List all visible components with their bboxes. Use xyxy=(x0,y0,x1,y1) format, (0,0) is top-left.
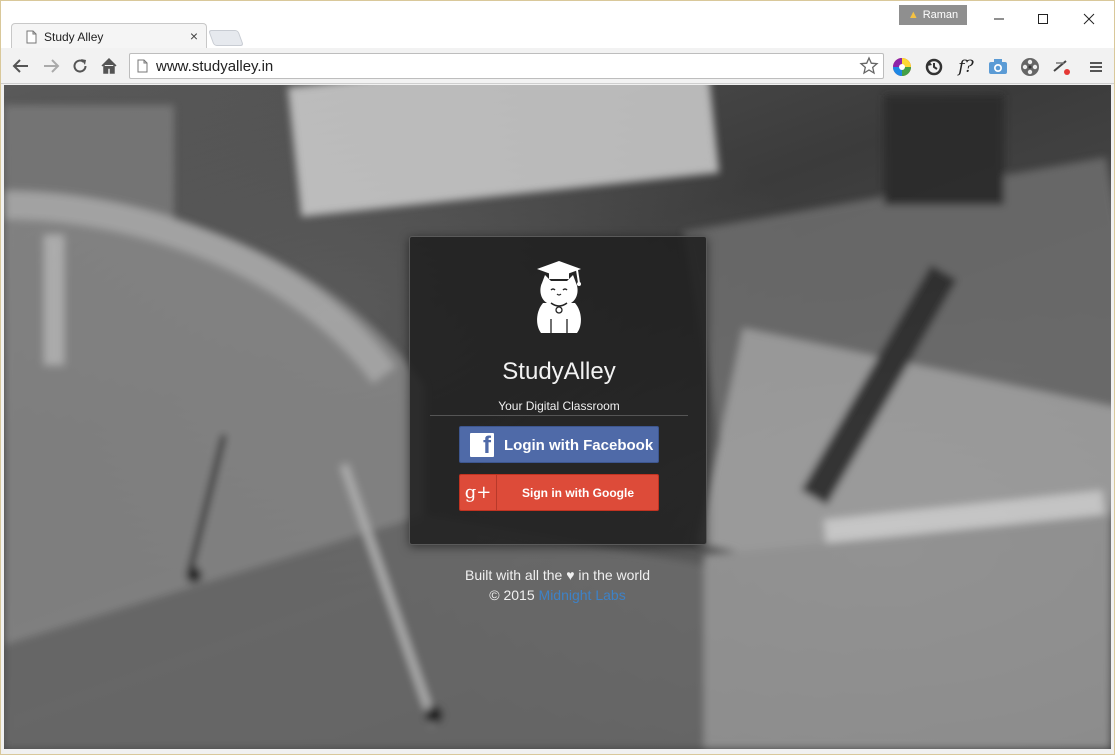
font-extension[interactable]: f? xyxy=(955,56,977,78)
color-picker-extension[interactable] xyxy=(891,56,913,78)
facebook-icon: f xyxy=(470,432,494,459)
midnight-labs-link[interactable]: Midnight Labs xyxy=(539,587,626,603)
divider xyxy=(430,415,688,416)
color-picker-icon xyxy=(893,58,911,76)
page-icon xyxy=(137,59,148,73)
copyright-text: © 2015 xyxy=(489,587,535,603)
footer-prefix: Built with all the xyxy=(465,567,563,583)
login-with-facebook-button[interactable]: f Login with Facebook xyxy=(459,426,659,463)
facebook-button-label: Login with Facebook xyxy=(504,437,654,454)
screenshot-extension[interactable] xyxy=(987,56,1009,78)
page-icon xyxy=(26,30,37,44)
graduation-cat-logo xyxy=(537,261,581,333)
sync-extension[interactable] xyxy=(923,56,945,78)
browser-toolbar: www.studyalley.in f? xyxy=(1,48,1114,84)
brand-tagline: Your Digital Classroom xyxy=(498,399,620,413)
tab-title: Study Alley xyxy=(44,30,104,44)
footer-suffix: in the world xyxy=(578,567,650,583)
camera-icon xyxy=(989,59,1007,74)
back-icon xyxy=(12,59,28,73)
back-button[interactable] xyxy=(9,54,33,78)
film-icon xyxy=(1021,58,1039,76)
devtools-extension[interactable] xyxy=(1051,56,1073,78)
extension-icon xyxy=(1053,60,1070,75)
address-bar[interactable]: www.studyalley.in xyxy=(129,53,884,79)
sync-icon xyxy=(925,58,943,76)
home-button[interactable] xyxy=(97,54,121,78)
minimize-icon xyxy=(994,18,1004,20)
close-icon xyxy=(1083,13,1095,25)
star-icon[interactable] xyxy=(859,56,879,76)
google-button-label: Sign in with Google xyxy=(522,486,634,500)
font-icon: f? xyxy=(958,57,974,77)
menu-icon xyxy=(1090,62,1102,72)
minimize-button[interactable] xyxy=(976,5,1022,33)
forward-icon xyxy=(44,59,60,73)
footer-credit: Built with all the ♥ in the world xyxy=(4,567,1111,583)
login-card: StudyAlley Your Digital Classroom f Logi… xyxy=(409,236,707,545)
heart-icon: ♥ xyxy=(566,567,575,583)
brand-title: StudyAlley xyxy=(502,358,616,385)
forward-button[interactable] xyxy=(39,54,63,78)
url-text: www.studyalley.in xyxy=(156,58,274,75)
close-tab-icon[interactable]: × xyxy=(190,28,198,44)
tab-study-alley[interactable]: Study Alley × xyxy=(11,23,207,49)
maximize-icon xyxy=(1038,14,1048,24)
warning-icon: ▲ xyxy=(907,9,919,21)
profile-name: Raman xyxy=(922,9,959,21)
reload-icon xyxy=(73,59,87,73)
sign-in-with-google-button[interactable]: g+ Sign in with Google xyxy=(459,474,659,511)
film-extension[interactable] xyxy=(1019,56,1041,78)
maximize-button[interactable] xyxy=(1020,5,1066,33)
browser-window: Study Alley × ▲ Raman www.studyalley.in … xyxy=(0,0,1115,755)
reload-button[interactable] xyxy=(68,54,92,78)
close-window-button[interactable] xyxy=(1066,5,1112,33)
footer-copyright: © 2015 Midnight Labs xyxy=(4,587,1111,603)
google-plus-icon: g+ xyxy=(460,475,497,510)
home-icon xyxy=(101,57,117,74)
new-tab-button[interactable] xyxy=(208,30,244,46)
page-viewport: StudyAlley Your Digital Classroom f Logi… xyxy=(4,85,1111,749)
profile-button[interactable]: ▲ Raman xyxy=(899,5,967,25)
title-bar: Study Alley × ▲ Raman xyxy=(1,1,1114,49)
browser-menu-button[interactable] xyxy=(1085,56,1107,78)
